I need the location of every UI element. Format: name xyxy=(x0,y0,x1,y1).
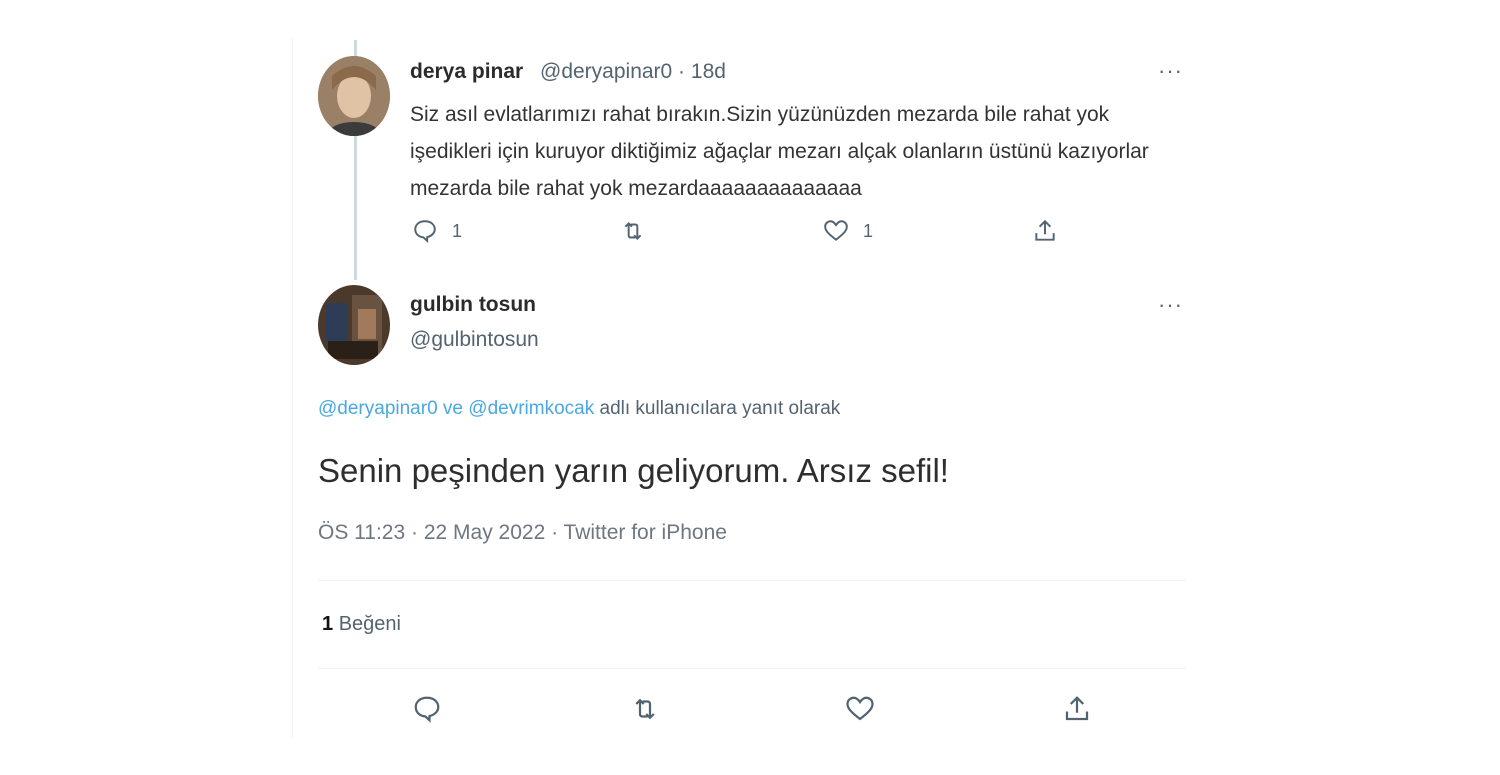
reply-icon xyxy=(414,696,440,723)
retweet-icon xyxy=(624,222,642,240)
reply-context-suffix: adlı kullanıcılara yanıt olarak xyxy=(599,398,841,419)
more-options-icon[interactable]: ··· xyxy=(1158,60,1188,82)
reply-connector: ve xyxy=(442,398,463,419)
mention-link[interactable]: @devrimkocak xyxy=(468,398,594,419)
divider xyxy=(318,668,1186,669)
reply-icon xyxy=(414,220,436,243)
tweet1-author-name[interactable]: derya pinar xyxy=(410,60,523,84)
like-button[interactable] xyxy=(845,694,875,724)
share-button[interactable] xyxy=(1062,694,1092,724)
likes-summary[interactable]: 1 Beğeni xyxy=(322,613,401,636)
like-icon xyxy=(846,696,874,721)
avatar[interactable] xyxy=(318,285,390,365)
retweet-button[interactable] xyxy=(620,218,646,244)
reply-context: @deryapinar0 ve @devrimkocak adlı kullan… xyxy=(318,398,840,420)
more-options-icon[interactable]: ··· xyxy=(1158,294,1188,316)
share-icon xyxy=(1035,219,1055,241)
tweet2-text: Senin peşinden yarın geliyorum. Arsız se… xyxy=(318,452,949,489)
tweet2-author-name[interactable]: gulbin tosun xyxy=(410,293,536,317)
likes-count: 1 xyxy=(322,613,334,635)
tweet2-timestamp[interactable]: ÖS 11:23 · 22 May 2022 · Twitter for iPh… xyxy=(318,521,727,545)
reply-button[interactable] xyxy=(412,694,442,724)
share-button[interactable] xyxy=(1032,218,1058,244)
like-button[interactable]: 1 xyxy=(823,218,873,244)
likes-label: Beğeni xyxy=(338,613,401,635)
like-icon xyxy=(824,220,848,241)
divider xyxy=(318,580,1186,581)
tweet1-handle-time[interactable]: @deryapinar0 · 18d xyxy=(540,60,726,84)
avatar[interactable] xyxy=(318,56,390,136)
like-count: 1 xyxy=(863,220,874,241)
tweet-thread: derya pinar @deryapinar0 · 18d ··· Siz a… xyxy=(0,0,1500,775)
tweet1-text: Siz asıl evlatlarımızı rahat bırakın.Siz… xyxy=(410,103,1149,200)
tweet2-handle[interactable]: @gulbintosun xyxy=(410,328,539,352)
reply-button[interactable]: 1 xyxy=(412,218,462,244)
retweet-icon xyxy=(635,698,655,720)
mention-link[interactable]: @deryapinar0 xyxy=(318,398,438,419)
retweet-button[interactable] xyxy=(630,694,660,724)
reply-count: 1 xyxy=(452,220,463,241)
share-icon xyxy=(1065,696,1089,721)
